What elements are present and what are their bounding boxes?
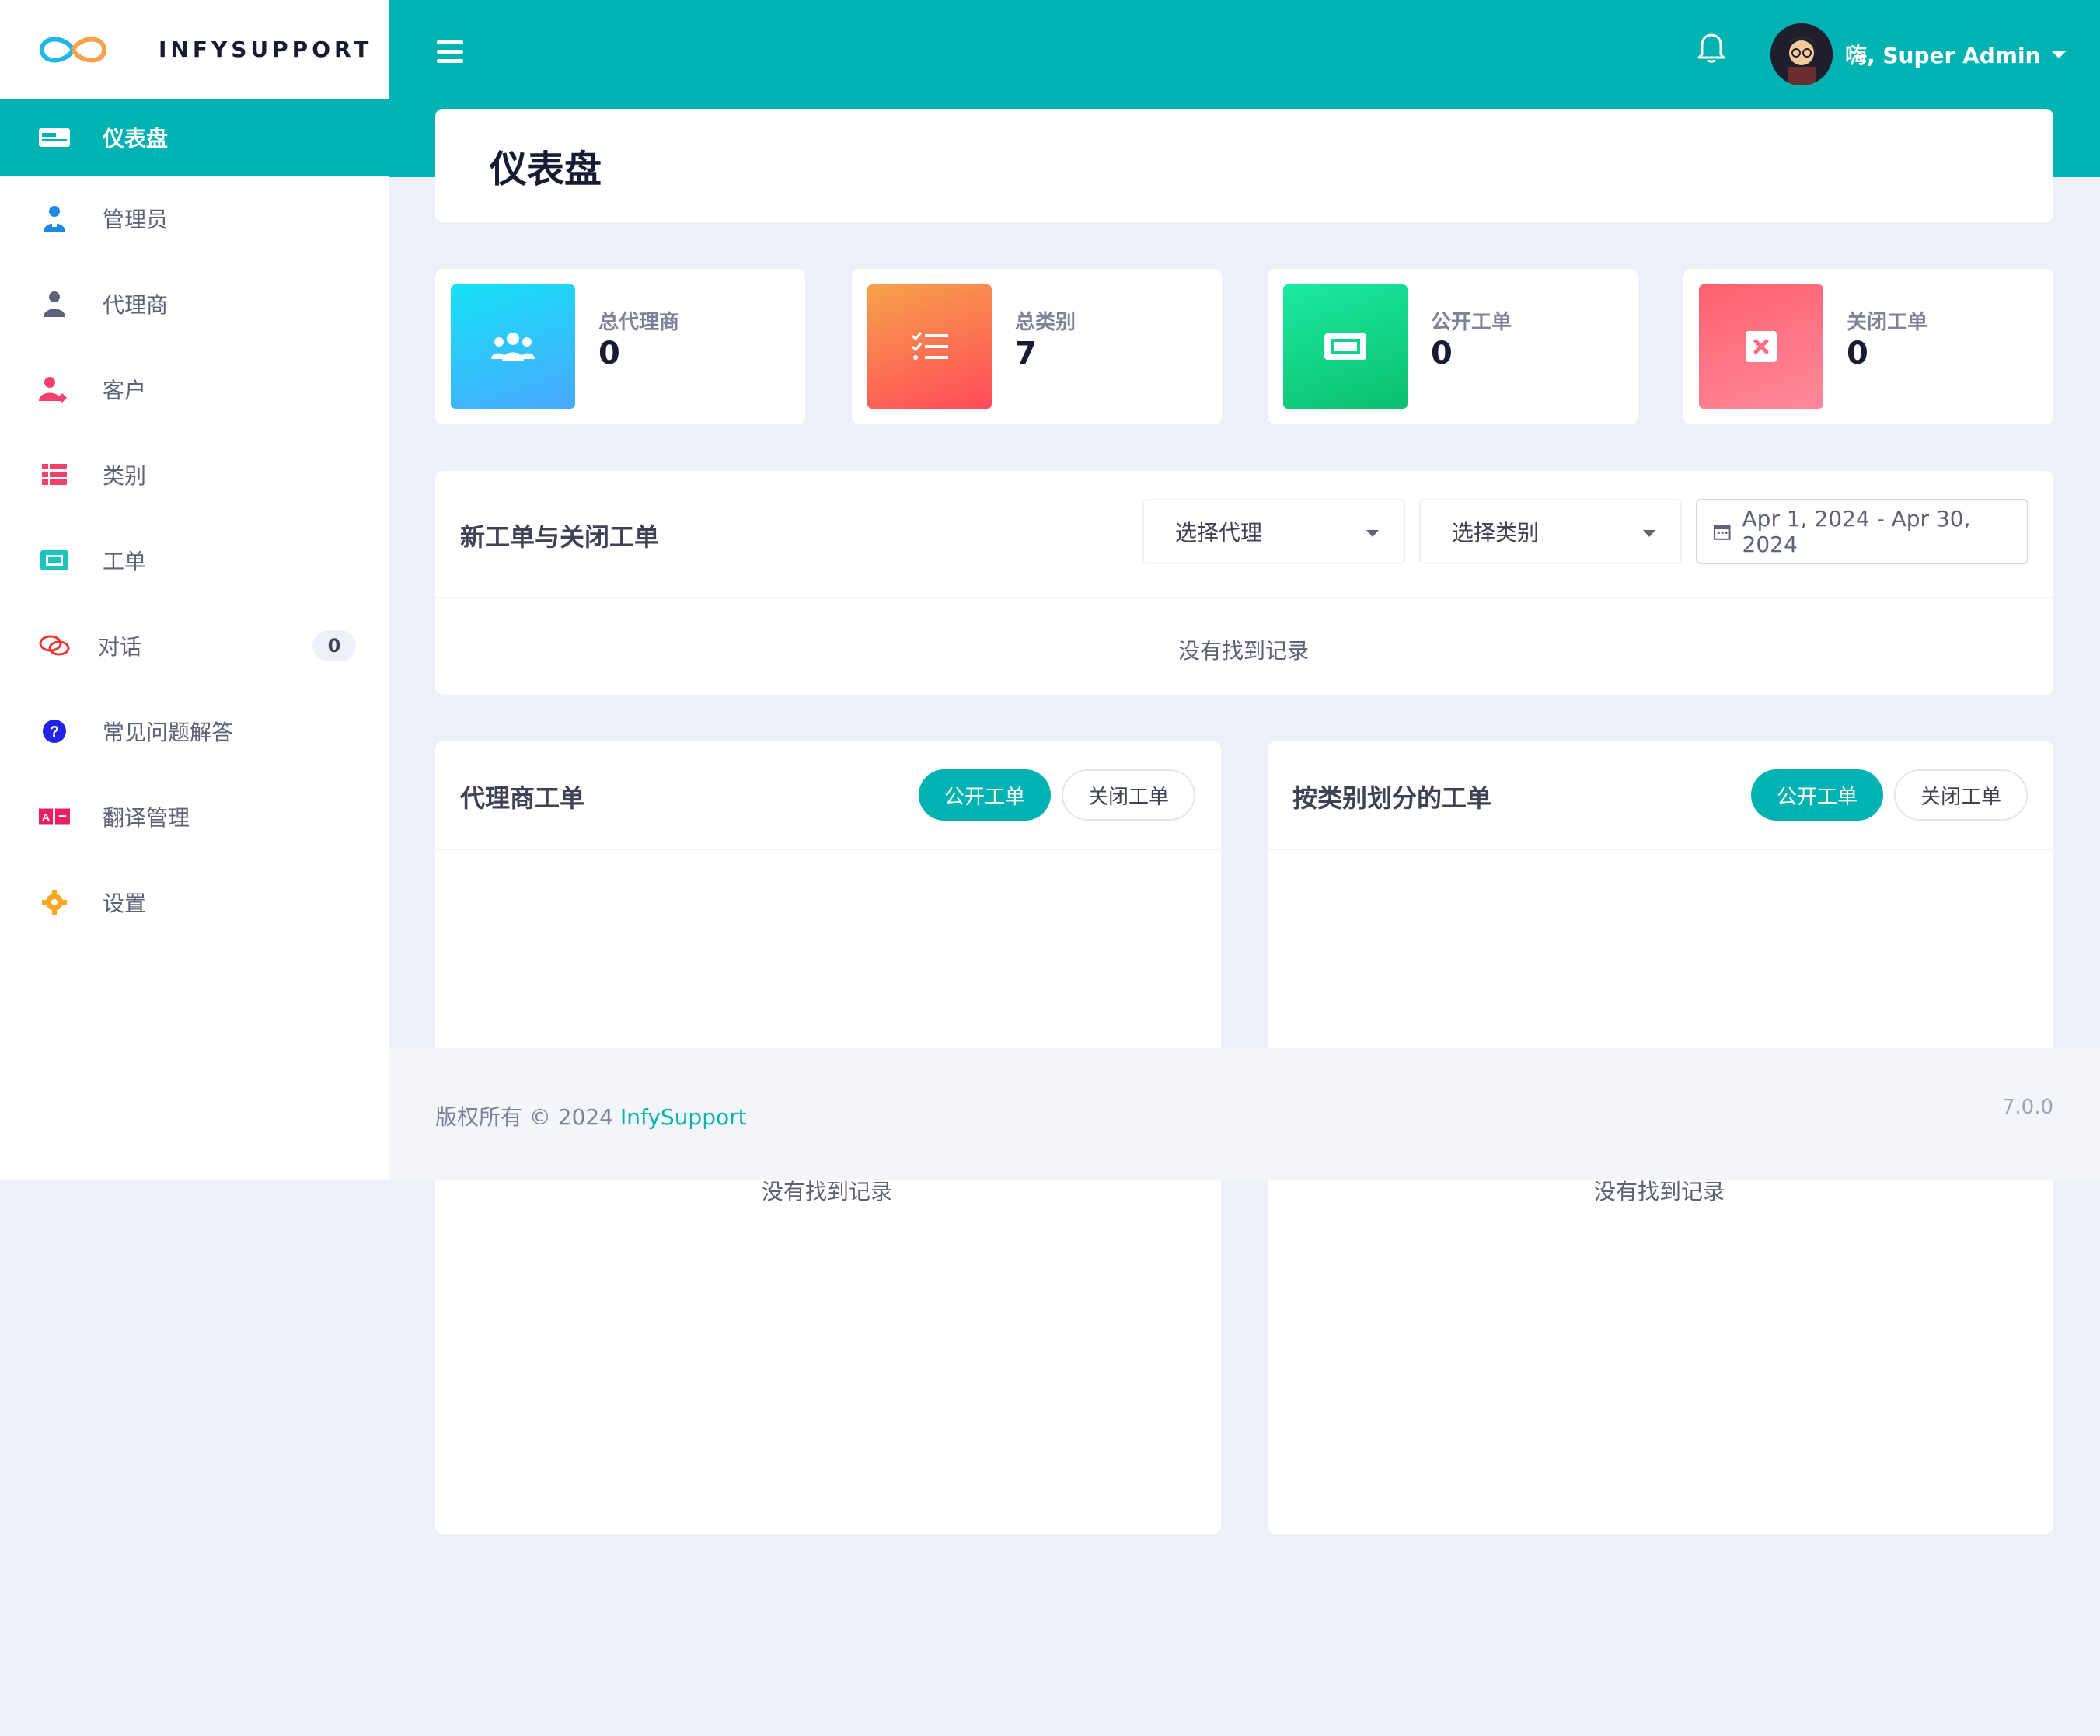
stat-label: 总类别: [1015, 311, 1076, 334]
translate-icon: A: [39, 801, 70, 832]
svg-text:?: ?: [50, 723, 59, 741]
closed-tickets-toggle[interactable]: 关闭工单: [1062, 769, 1195, 821]
user-icon: [39, 288, 70, 319]
sidebar-item-translation[interactable]: A 翻译管理: [0, 778, 389, 856]
page-title-card: 仪表盘: [435, 109, 2053, 222]
stat-tile: [1699, 284, 1823, 409]
brand-name: INFYSUPPORT: [159, 37, 373, 62]
sidebar-item-faq[interactable]: ? 常见问题解答: [0, 692, 389, 770]
closed-tickets-label: 关闭工单: [1087, 785, 1169, 809]
chat-icon: [39, 630, 70, 661]
sidebar-item-label: 对话: [98, 634, 142, 660]
open-tickets-toggle[interactable]: 公开工单: [919, 769, 1051, 821]
sidebar-item-label: 翻译管理: [103, 805, 190, 831]
sidebar: INFYSUPPORT 仪表盘 管理员 代理商 客户 类别 工单 对话 0 ? …: [0, 0, 389, 1180]
sidebar-item-label: 工单: [103, 549, 147, 574]
ticket-icon: [1324, 333, 1366, 360]
chevron-down-icon: [1366, 530, 1379, 537]
stat-card-closed-tickets: 关闭工单 0: [1683, 269, 2053, 424]
footer: 版权所有 © 2024 InfySupport 7.0.0: [389, 1048, 2100, 1180]
infinity-logo-icon: [39, 37, 107, 62]
calendar-icon: [1713, 525, 1731, 540]
stat-tile: [451, 284, 575, 409]
stat-label: 关闭工单: [1847, 311, 1928, 334]
open-tickets-label: 公开工单: [1776, 785, 1858, 809]
avatar: [1770, 23, 1833, 85]
open-tickets-label: 公开工单: [944, 785, 1025, 809]
brand[interactable]: INFYSUPPORT: [0, 0, 389, 99]
agent-select[interactable]: 选择代理: [1142, 499, 1405, 564]
date-range-picker[interactable]: Apr 1, 2024 - Apr 30, 2024: [1696, 499, 2028, 564]
stat-value: 0: [598, 336, 620, 371]
category-select-value: 选择类别: [1452, 520, 1540, 546]
stat-label: 公开工单: [1431, 311, 1512, 334]
sidebar-item-admins[interactable]: 管理员: [0, 180, 389, 257]
sidebar-item-tickets[interactable]: 工单: [0, 521, 389, 599]
conversations-count-badge: 0: [312, 630, 356, 661]
brand-link[interactable]: InfySupport: [620, 1104, 747, 1130]
question-icon: ?: [39, 716, 70, 747]
sidebar-item-conversations[interactable]: 对话 0: [0, 607, 389, 685]
empty-state-text: 没有找到记录: [762, 1179, 893, 1204]
sidebar-item-label: 设置: [103, 891, 147, 916]
stat-value: 0: [1847, 336, 1868, 371]
user-name: 嗨, Super Admin: [1845, 43, 2041, 68]
open-tickets-toggle[interactable]: 公开工单: [1751, 769, 1883, 821]
date-range-value: Apr 1, 2024 - Apr 30, 2024: [1742, 506, 1971, 557]
close-box-icon: [1746, 331, 1777, 362]
dashboard-icon: [39, 122, 70, 153]
stat-card-total-categories: 总类别 7: [852, 269, 1222, 424]
notification-bell-icon[interactable]: [1696, 31, 1727, 64]
panel-title: 按类别划分的工单: [1292, 783, 1492, 813]
chevron-down-icon: [1643, 530, 1655, 537]
sidebar-item-label: 管理员: [103, 207, 169, 232]
sidebar-item-label: 常见问题解答: [103, 720, 234, 745]
panel-divider: [435, 597, 2053, 598]
copyright-label: 版权所有 © 2024: [435, 1104, 614, 1130]
user-menu[interactable]: 嗨, Super Admin: [1770, 23, 2066, 85]
empty-state-text: 没有找到记录: [1594, 1179, 1725, 1204]
stat-tile: [1283, 284, 1408, 409]
category-select[interactable]: 选择类别: [1419, 499, 1682, 564]
sidebar-item-dashboard[interactable]: 仪表盘: [0, 99, 389, 176]
stat-value: 7: [1015, 336, 1037, 371]
stat-card-open-tickets: 公开工单 0: [1268, 269, 1638, 424]
stat-tile: [867, 284, 992, 409]
panel-title: 新工单与关闭工单: [460, 522, 660, 552]
sidebar-item-label: 类别: [103, 463, 147, 489]
sidebar-item-categories[interactable]: 类别: [0, 436, 389, 514]
sidebar-item-label: 仪表盘: [103, 126, 169, 152]
sidebar-item-customers[interactable]: 客户: [0, 350, 389, 428]
sidebar-item-label: 代理商: [103, 292, 169, 318]
sidebar-item-label: 客户: [103, 378, 147, 403]
panel-divider: [435, 849, 1221, 850]
panel-divider: [1268, 849, 2053, 850]
admin-user-icon: [39, 203, 70, 234]
new-closed-tickets-panel: 新工单与关闭工单 选择代理 选择类别 Apr 1, 2024 - Apr 30,…: [435, 471, 2053, 695]
ticket-icon: [39, 545, 70, 576]
stat-label: 总代理商: [598, 311, 680, 334]
sidebar-item-settings[interactable]: 设置: [0, 863, 389, 941]
chevron-down-icon: [2051, 51, 2066, 58]
panel-title: 代理商工单: [460, 783, 585, 813]
copyright-text: 版权所有 © 2024 InfySupport: [435, 1100, 747, 1131]
users-icon: [491, 333, 535, 361]
checklist-icon: [911, 332, 948, 360]
sidebar-item-agents[interactable]: 代理商: [0, 265, 389, 343]
closed-tickets-label: 关闭工单: [1920, 785, 2001, 809]
gear-icon: [39, 887, 70, 918]
menu-toggle-icon[interactable]: [437, 40, 463, 64]
list-icon: [39, 459, 70, 490]
customer-icon: [39, 374, 70, 405]
version-text: 7.0.0: [2001, 1096, 2053, 1119]
closed-tickets-toggle[interactable]: 关闭工单: [1894, 769, 2028, 821]
agent-select-value: 选择代理: [1175, 520, 1263, 546]
stat-card-total-agents: 总代理商 0: [435, 269, 805, 424]
svg-text:A: A: [42, 812, 50, 824]
stat-value: 0: [1431, 336, 1453, 371]
empty-state-text: 没有找到记录: [1178, 638, 1310, 664]
page-title: 仪表盘: [490, 148, 602, 191]
